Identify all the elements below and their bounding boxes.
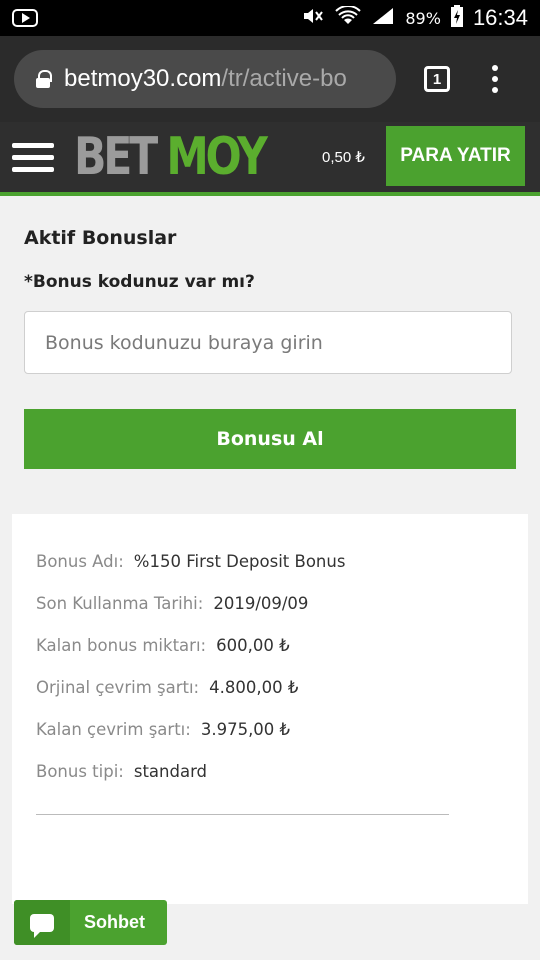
detail-value: standard — [133, 762, 208, 781]
chat-button[interactable]: Sohbet — [14, 900, 167, 945]
youtube-icon — [12, 9, 38, 27]
detail-label: Son Kullanma Tarihi: — [36, 594, 204, 613]
divider — [36, 814, 449, 815]
bonus-code-question: *Bonus kodunuz var mı? — [24, 272, 255, 292]
browser-toolbar: betmoy30.com/tr/active-bo 1 — [0, 36, 540, 122]
deposit-button[interactable]: PARA YATIR — [386, 126, 525, 186]
wifi-icon — [335, 4, 362, 31]
detail-label: Orjinal çevrim şartı: — [36, 678, 200, 697]
detail-value: 3.975,00 ₺ — [200, 720, 291, 739]
bonus-detail-row: Kalan çevrim şartı: 3.975,00 ₺ — [36, 720, 290, 739]
claim-bonus-button[interactable]: Bonusu Al — [24, 409, 516, 469]
more-menu-icon[interactable] — [492, 65, 498, 93]
logo-part-1: BET — [74, 127, 158, 187]
detail-value: 2019/09/09 — [213, 594, 309, 613]
detail-label: Kalan çevrim şartı: — [36, 720, 191, 739]
betmoy-logo[interactable]: BET MOY — [74, 127, 268, 187]
detail-label: Bonus Adı: — [36, 552, 124, 571]
bonus-code-input[interactable] — [24, 311, 512, 374]
bonus-detail-row: Kalan bonus miktarı: 600,00 ₺ — [36, 636, 290, 655]
detail-label: Kalan bonus miktarı: — [36, 636, 207, 655]
clock: 16:34 — [472, 5, 528, 30]
battery-charging-icon — [450, 4, 463, 32]
bonus-details-card: Bonus Adı: %150 First Deposit Bonus Son K… — [12, 514, 528, 904]
url-path: /tr/active-bo — [221, 65, 347, 92]
status-bar: 89% 16:34 — [0, 0, 540, 36]
chat-label: Sohbet — [84, 912, 145, 932]
menu-icon[interactable] — [12, 142, 54, 172]
status-right: 89% 16:34 — [301, 4, 528, 32]
chat-bubble-icon — [14, 900, 70, 945]
url-host: betmoy30.com — [64, 65, 222, 92]
address-bar[interactable]: betmoy30.com/tr/active-bo — [14, 50, 396, 108]
detail-value: 4.800,00 ₺ — [209, 678, 299, 697]
tab-switcher-button[interactable]: 1 — [424, 66, 450, 92]
url-text[interactable]: betmoy30.com/tr/active-bo — [64, 65, 347, 93]
mute-icon — [301, 6, 325, 31]
detail-value: 600,00 ₺ — [216, 636, 290, 655]
detail-value: %150 First Deposit Bonus — [133, 552, 346, 571]
bonus-detail-row: Orjinal çevrim şartı: 4.800,00 ₺ — [36, 678, 298, 697]
balance: 0,50 ₺ — [322, 149, 365, 166]
logo-part-2: MOY — [166, 127, 267, 187]
signal-icon — [371, 6, 395, 31]
site-header: BET MOY 0,50 ₺ PARA YATIR — [0, 122, 540, 196]
page-title: Aktif Bonuslar — [24, 227, 177, 249]
bonus-detail-row: Bonus tipi: standard — [36, 762, 207, 781]
lock-icon — [36, 70, 52, 88]
bonus-detail-row: Bonus Adı: %150 First Deposit Bonus — [36, 552, 345, 571]
detail-label: Bonus tipi: — [36, 762, 124, 781]
battery-percent: 89% — [405, 8, 441, 28]
bonus-detail-row: Son Kullanma Tarihi: 2019/09/09 — [36, 594, 308, 613]
